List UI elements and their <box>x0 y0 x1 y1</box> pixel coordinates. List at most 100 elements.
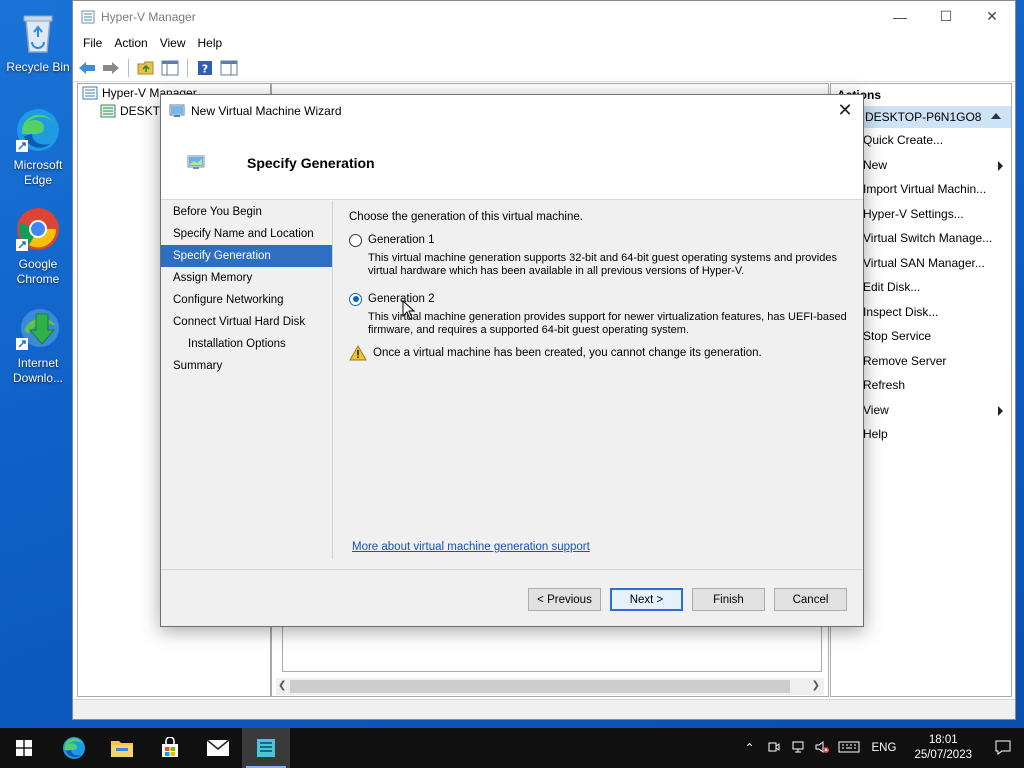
generation-2-option[interactable]: Generation 2 <box>349 290 849 308</box>
wizard-step[interactable]: Connect Virtual Hard Disk <box>161 311 332 333</box>
taskbar-store[interactable] <box>146 728 194 768</box>
menu-file[interactable]: File <box>77 36 108 50</box>
taskbar-clock[interactable]: 18:01 25/07/2023 <box>904 733 982 763</box>
wizard-header: Specify Generation <box>161 126 863 200</box>
wizard-step[interactable]: Summary <box>161 355 332 377</box>
generation-1-radio[interactable] <box>349 233 362 247</box>
close-icon: ✕ <box>837 100 853 120</box>
action-item-label: Hyper-V Settings... <box>863 206 964 221</box>
desktop-icon-label: Google Chrome <box>16 257 60 286</box>
taskbar-edge[interactable] <box>50 728 98 768</box>
show-hidden-icons-chevron-icon[interactable]: ⌃ <box>738 741 762 755</box>
action-item-label: Help <box>863 427 888 442</box>
new-vm-wizard-dialog: New Virtual Machine Wizard ✕ Specify Gen… <box>160 94 864 627</box>
recycle-bin-icon <box>14 8 62 56</box>
close-button[interactable]: ✕ <box>969 1 1015 32</box>
collapse-caret-icon[interactable] <box>991 113 1001 119</box>
wizard-step[interactable]: Before You Begin <box>161 201 332 223</box>
hyperv-titlebar[interactable]: Hyper-V Manager — ☐ ✕ <box>73 1 1015 32</box>
wizard-step[interactable]: Configure Networking <box>161 289 332 311</box>
monitor-icon <box>187 155 205 169</box>
action-item-label: Import Virtual Machin... <box>863 182 987 197</box>
hyperv-manager-icon <box>82 86 98 100</box>
toolbar-separator <box>128 58 129 77</box>
edge-icon <box>14 106 62 154</box>
next-button[interactable]: Next > <box>610 588 683 611</box>
input-language-indicator[interactable]: ENG <box>864 742 905 754</box>
mail-icon <box>206 739 230 756</box>
generation-1-option[interactable]: Generation 1 <box>349 231 849 249</box>
minimize-button[interactable]: — <box>877 1 923 32</box>
scroll-left-icon[interactable]: ❮ <box>278 680 286 691</box>
mouse-cursor-icon <box>402 300 416 320</box>
console-tree-icon <box>161 60 179 75</box>
windows-logo-icon <box>16 740 32 756</box>
generation-2-description: This virtual machine generation provides… <box>368 311 847 336</box>
start-button[interactable] <box>0 728 48 768</box>
show-hide-action-pane-button[interactable] <box>219 58 239 78</box>
touch-keyboard-icon[interactable] <box>834 740 864 757</box>
action-item-label: Stop Service <box>863 329 932 344</box>
warning-text: Once a virtual machine has been created,… <box>373 347 762 359</box>
scroll-right-icon[interactable]: ❯ <box>812 680 820 691</box>
desktop-icon-internet-download-manager[interactable]: Internet Downlo... <box>4 304 72 386</box>
volume-muted-icon[interactable] <box>810 740 834 757</box>
taskbar-mail[interactable] <box>194 728 242 768</box>
generation-2-radio[interactable] <box>349 292 362 306</box>
menu-help[interactable]: Help <box>192 36 229 50</box>
hyperv-window-title: Hyper-V Manager <box>101 9 196 24</box>
submenu-arrow-icon <box>998 160 1003 171</box>
wizard-close-button[interactable]: ✕ <box>835 100 855 121</box>
scrollbar-thumb[interactable] <box>290 680 790 693</box>
menu-view[interactable]: View <box>154 36 192 50</box>
folder-icon <box>111 741 133 757</box>
notifications-icon[interactable] <box>982 739 1024 758</box>
action-pane-icon <box>220 60 238 75</box>
taskbar-hyperv-manager[interactable] <box>242 728 290 768</box>
cancel-button[interactable]: Cancel <box>774 588 847 611</box>
wizard-heading: Specify Generation <box>247 154 375 171</box>
clock-time: 18:01 <box>928 734 958 746</box>
action-item-label: Edit Disk... <box>863 280 921 295</box>
desktop-icon-recycle-bin[interactable]: Recycle Bin <box>4 8 72 75</box>
network-icon[interactable] <box>786 740 810 757</box>
wizard-step[interactable]: Specify Generation <box>161 245 332 267</box>
action-item-label: New <box>863 157 888 172</box>
help-button[interactable]: ? <box>195 58 215 78</box>
up-folder-button[interactable] <box>136 58 156 78</box>
folder-up-icon <box>137 61 154 74</box>
server-icon <box>100 104 116 118</box>
action-item-label: Quick Create... <box>863 133 944 148</box>
show-hide-console-tree-button[interactable] <box>160 58 180 78</box>
clock-date: 25/07/2023 <box>914 749 972 761</box>
wizard-footer-divider <box>161 569 863 570</box>
generation-1-label: Generation 1 <box>368 234 435 246</box>
wizard-step[interactable]: Assign Memory <box>161 267 332 289</box>
details-box <box>282 624 822 672</box>
taskbar-file-explorer[interactable] <box>98 728 146 768</box>
action-item-label: Virtual Switch Manage... <box>863 231 993 246</box>
minimize-icon: — <box>893 8 907 25</box>
wizard-step[interactable]: Specify Name and Location <box>161 223 332 245</box>
desktop-icon-chrome[interactable]: Google Chrome <box>4 205 72 287</box>
wizard-titlebar[interactable]: New Virtual Machine Wizard ✕ <box>161 95 863 126</box>
wizard-content: Choose the generation of this virtual ma… <box>349 211 849 361</box>
menu-action[interactable]: Action <box>108 36 153 50</box>
generation-warning: Once a virtual machine has been created,… <box>349 345 849 361</box>
back-button[interactable] <box>77 58 97 78</box>
help-icon: ? <box>198 60 212 75</box>
horizontal-scrollbar[interactable]: ❮ ❯ <box>276 678 824 695</box>
desktop-icon-edge[interactable]: Microsoft Edge <box>4 106 72 188</box>
system-tray: ⌃ ENG 18:01 25/07/2023 <box>738 728 1024 768</box>
meet-now-icon[interactable] <box>762 740 786 757</box>
wizard-step[interactable]: Installation Options <box>161 333 332 355</box>
maximize-button[interactable]: ☐ <box>923 1 969 32</box>
submenu-arrow-icon <box>998 405 1003 416</box>
forward-button[interactable] <box>101 58 121 78</box>
action-item-label: Virtual SAN Manager... <box>863 255 985 270</box>
previous-button[interactable]: < Previous <box>528 588 601 611</box>
action-item-label: View <box>863 402 889 417</box>
wizard-title: New Virtual Machine Wizard <box>191 103 342 118</box>
finish-button[interactable]: Finish <box>692 588 765 611</box>
generation-help-link[interactable]: More about virtual machine generation su… <box>352 541 590 553</box>
